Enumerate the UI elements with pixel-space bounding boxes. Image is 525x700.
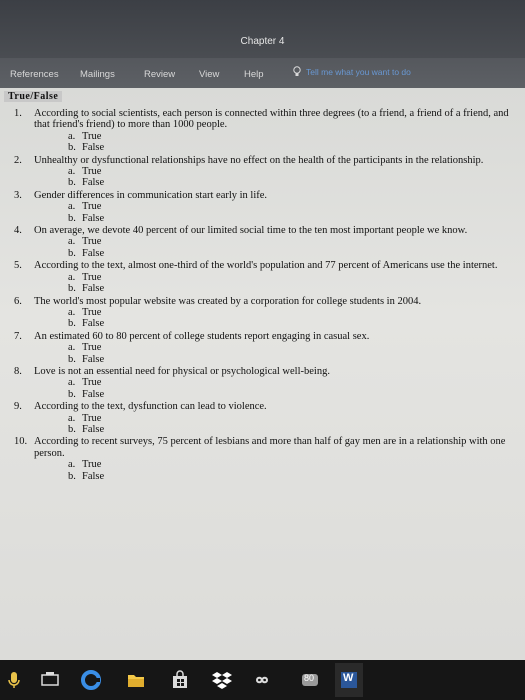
word-icon[interactable]: W [337,668,361,692]
question-2: 2. Unhealthy or dysfunctional relationsh… [14,155,514,189]
question-number: 7. [14,330,22,342]
question-list: 1. According to social scientists, each … [14,108,514,483]
option-true: a. True [68,377,102,389]
option-false: b. False [68,142,105,154]
question-number: 1. [14,108,22,119]
question-text: According to the text, almost one-third … [34,260,498,272]
option-true: a. True [68,342,102,354]
option-false: b. False [68,423,105,435]
option-false: b. False [68,212,105,224]
option-true: a. True [68,166,102,178]
question-number: 3. [14,189,22,201]
question-1: 1. According to social scientists, each … [14,108,514,154]
question-text: Gender differences in communication star… [34,189,268,201]
question-10: 10. According to recent surveys, 75 perc… [14,436,514,482]
taskbar: 80 W [0,660,525,700]
question-number: 8. [14,365,22,377]
dropbox-icon[interactable] [210,668,234,692]
tab-help[interactable]: Help [244,69,264,80]
tell-me-text: Tell me what you want to do [306,67,411,77]
option-true: a. True [68,459,102,471]
option-true: a. True [68,236,102,248]
badge-app-icon[interactable]: 80 [298,668,322,692]
question-number: 4. [14,225,22,237]
section-heading: True/False [4,91,63,102]
question-8: 8. Love is not an essential need for phy… [14,366,514,400]
store-icon[interactable] [168,668,192,692]
title-bar: Chapter 4 [0,0,525,58]
app-badge-count: 80 [304,673,315,683]
task-view-icon[interactable] [38,668,62,692]
option-true: a. True [68,130,102,142]
microphone-icon[interactable] [2,668,26,692]
question-7: 7. An estimated 60 to 80 percent of coll… [14,331,514,365]
option-false: b. False [68,177,105,189]
option-true: a. True [68,201,102,213]
ribbon-tabs: References Mailings Review View Help Tel… [0,58,525,88]
word-icon-label: W [343,672,354,684]
tab-mailings[interactable]: Mailings [80,69,115,80]
question-number: 2. [14,154,22,166]
option-false: b. False [68,470,105,482]
option-false: b. False [68,247,105,259]
edge-icon[interactable] [79,668,103,692]
question-5: 5. According to the text, almost one-thi… [14,260,514,294]
document-title: Chapter 4 [240,36,285,47]
question-number: 6. [14,295,22,307]
tab-view[interactable]: View [199,69,219,80]
question-text: Love is not an essential need for physic… [34,365,330,377]
file-explorer-icon[interactable] [124,668,148,692]
option-false: b. False [68,353,105,365]
option-false: b. False [68,388,105,400]
infinity-app-icon[interactable] [250,668,274,692]
question-6: 6. The world's most popular website was … [14,296,514,330]
option-true: a. True [68,412,102,424]
question-9: 9. According to the text, dysfunction ca… [14,401,514,435]
question-4: 4. On average, we devote 40 percent of o… [14,225,514,259]
document-page[interactable]: True/False 1. According to social scient… [0,88,525,660]
question-number: 5. [14,260,22,272]
tell-me-search[interactable]: Tell me what you want to do [292,66,411,78]
tab-review[interactable]: Review [144,69,175,80]
question-text: Unhealthy or dysfunctional relationships… [34,154,484,166]
question-text: An estimated 60 to 80 percent of college… [34,330,370,342]
question-text: According to the text, dysfunction can l… [34,401,267,413]
question-number: 10. [14,436,28,448]
question-text: On average, we devote 40 percent of our … [34,225,468,237]
question-number: 9. [14,401,22,413]
option-false: b. False [68,318,105,330]
question-text: The world's most popular website was cre… [34,295,422,307]
option-true: a. True [68,271,102,283]
question-3: 3. Gender differences in communication s… [14,190,514,224]
lightbulb-icon [293,66,301,76]
tab-references[interactable]: References [10,69,59,80]
option-false: b. False [68,283,105,295]
question-text: According to recent surveys, 75 percent … [34,436,506,459]
question-text: According to social scientists, each per… [34,108,509,131]
option-true: a. True [68,306,102,318]
